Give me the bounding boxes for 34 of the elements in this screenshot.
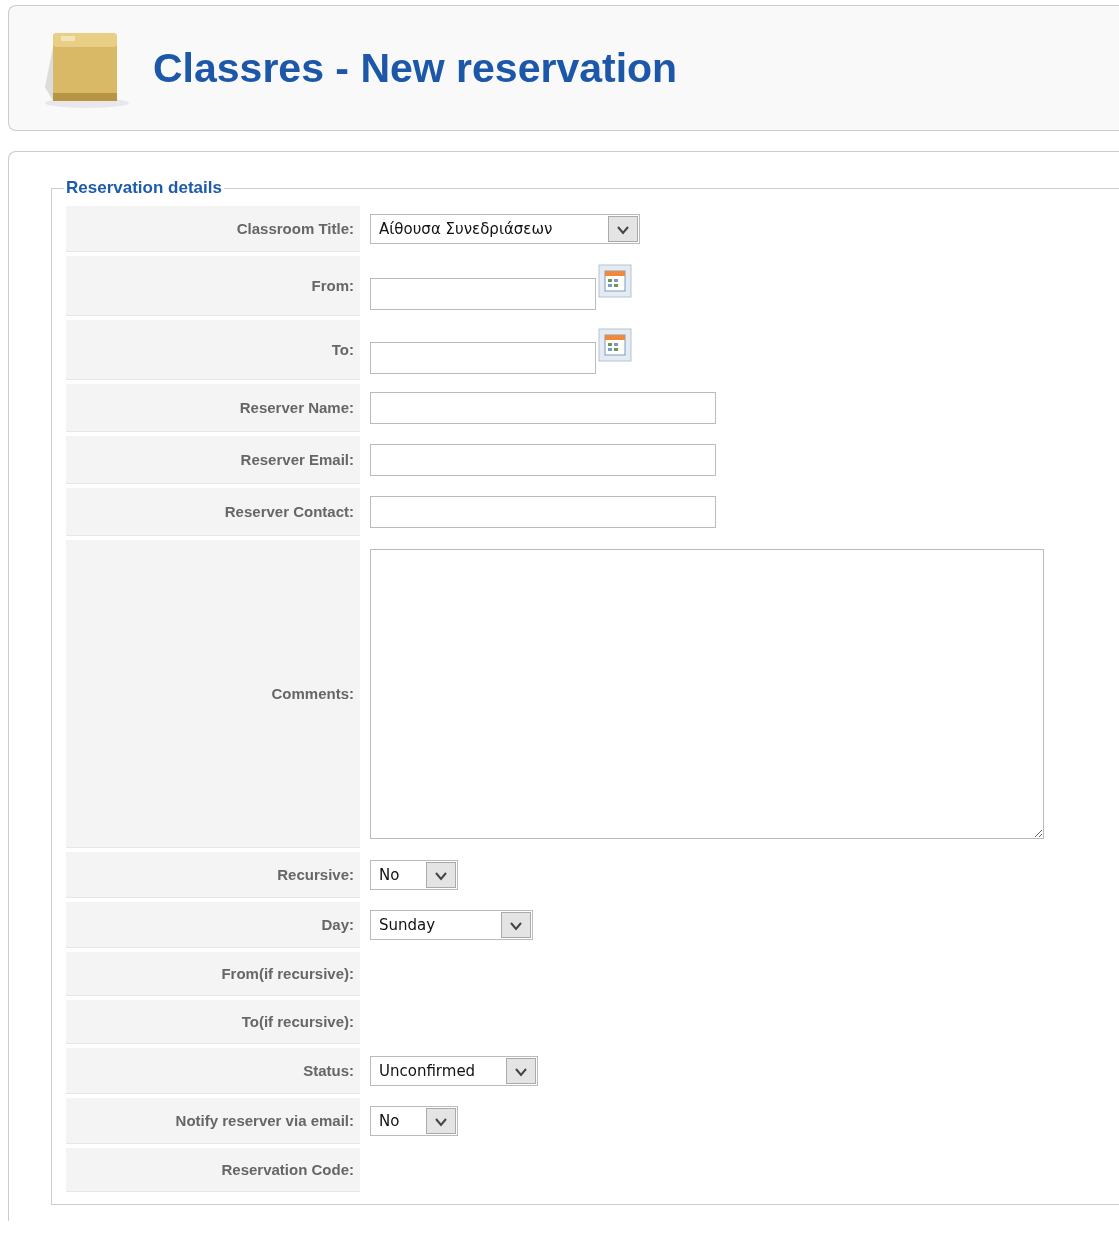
chevron-down-icon [506,1058,536,1084]
field-label: Comments: [271,685,354,702]
text-field[interactable] [370,392,716,424]
dropdown[interactable]: Sunday [370,910,533,940]
chevron-down-icon [426,1108,456,1134]
field-label: Recursive: [277,866,354,883]
field-label: Notify reserver via email: [175,1112,354,1129]
text-field[interactable] [370,444,716,476]
field-label: Reservation Code: [221,1161,354,1178]
date-field[interactable] [370,278,596,310]
page-title: Classres - New reservation [153,44,678,92]
date-field[interactable] [370,342,596,374]
field-label: To(if recursive): [241,1013,354,1030]
dropdown[interactable]: No [370,1106,458,1136]
field-label: Reserver Email: [240,451,354,468]
comments-field[interactable] [370,549,1044,839]
dropdown[interactable]: Unconfirmed [370,1056,538,1086]
chevron-down-icon [426,862,456,888]
chevron-down-icon [608,216,638,242]
field-label: From: [311,277,354,294]
text-field[interactable] [370,496,716,528]
fieldset-legend: Reservation details [64,178,224,198]
field-label: Classroom Title: [236,220,354,237]
calendar-icon[interactable] [598,328,632,362]
field-label: Day: [321,916,354,933]
field-label: Reserver Contact: [224,503,354,520]
calendar-icon[interactable] [598,264,632,298]
chevron-down-icon [501,912,531,938]
dropdown[interactable]: Αίθουσα Συνεδριάσεων [370,214,640,244]
field-label: To: [331,341,354,358]
field-label: Status: [303,1062,354,1079]
field-label: From(if recursive): [221,965,354,982]
dropdown[interactable]: No [370,860,458,890]
field-label: Reserver Name: [239,399,354,416]
